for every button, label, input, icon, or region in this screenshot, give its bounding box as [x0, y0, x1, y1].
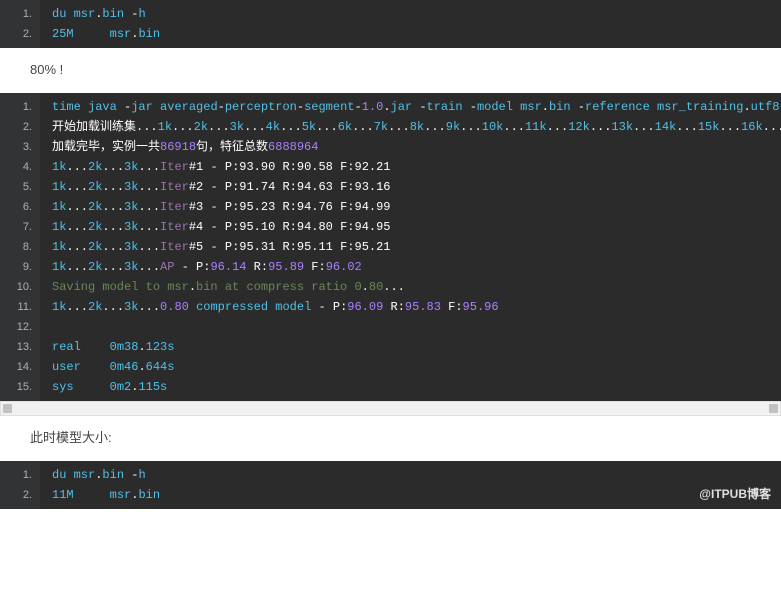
line-number: 12. — [0, 317, 32, 337]
code-line: 1k...2k...3k...AP - P:96.14 R:95.89 F:96… — [52, 257, 781, 277]
line-number: 13. — [0, 337, 32, 357]
code-block-1: 1.2. du msr.bin -h25M msr.bin — [0, 0, 781, 48]
line-number: 7. — [0, 217, 32, 237]
code-content: du msr.bin -h25M msr.bin — [40, 0, 781, 48]
line-number: 4. — [0, 157, 32, 177]
line-number: 5. — [0, 177, 32, 197]
line-number: 1. — [0, 4, 32, 24]
code-line: du msr.bin -h — [52, 4, 781, 24]
code-line: sys 0m2.115s — [52, 377, 781, 397]
code-content: time java -jar averaged-perceptron-segme… — [40, 93, 781, 401]
code-line: 开始加载训练集...1k...2k...3k...4k...5k...6k...… — [52, 117, 781, 137]
line-number: 11. — [0, 297, 32, 317]
code-line: 1k...2k...3k...Iter#4 - P:95.10 R:94.80 … — [52, 217, 781, 237]
code-line: user 0m46.644s — [52, 357, 781, 377]
code-line: 1k...2k...3k...Iter#5 - P:95.31 R:95.11 … — [52, 237, 781, 257]
line-number: 2. — [0, 117, 32, 137]
line-number: 15. — [0, 377, 32, 397]
code-line — [52, 317, 781, 337]
line-number-gutter: 1.2.3.4.5.6.7.8.9.10.11.12.13.14.15. — [0, 93, 40, 401]
line-number: 9. — [0, 257, 32, 277]
line-number: 10. — [0, 277, 32, 297]
article-text-reduction: 80% ! — [0, 48, 781, 93]
code-line: du msr.bin -h — [52, 465, 781, 485]
line-number: 8. — [0, 237, 32, 257]
line-number-gutter: 1.2. — [0, 461, 40, 509]
line-number: 1. — [0, 97, 32, 117]
code-line: 加载完毕，实例一共86918句，特征总数6888964 — [52, 137, 781, 157]
code-line: 1k...2k...3k...Iter#3 - P:95.23 R:94.76 … — [52, 197, 781, 217]
code-line: real 0m38.123s — [52, 337, 781, 357]
code-block-2: 1.2.3.4.5.6.7.8.9.10.11.12.13.14.15. tim… — [0, 93, 781, 401]
horizontal-scrollbar[interactable] — [0, 401, 781, 416]
code-block-3: 1.2. du msr.bin -h11M msr.bin @ITPUB博客 — [0, 461, 781, 509]
code-line: 1k...2k...3k...0.80 compressed model - P… — [52, 297, 781, 317]
line-number: 6. — [0, 197, 32, 217]
article-text-model-size: 此时模型大小: — [0, 416, 781, 461]
line-number: 2. — [0, 485, 32, 505]
code-line: 1k...2k...3k...Iter#2 - P:91.74 R:94.63 … — [52, 177, 781, 197]
code-line: 11M msr.bin — [52, 485, 781, 505]
line-number: 1. — [0, 465, 32, 485]
line-number: 2. — [0, 24, 32, 44]
code-line: 25M msr.bin — [52, 24, 781, 44]
code-line: time java -jar averaged-perceptron-segme… — [52, 97, 781, 117]
line-number: 3. — [0, 137, 32, 157]
code-content: du msr.bin -h11M msr.bin — [40, 461, 781, 509]
line-number-gutter: 1.2. — [0, 0, 40, 48]
code-line: 1k...2k...3k...Iter#1 - P:93.90 R:90.58 … — [52, 157, 781, 177]
code-line: Saving model to msr.bin at compress rati… — [52, 277, 781, 297]
line-number: 14. — [0, 357, 32, 377]
